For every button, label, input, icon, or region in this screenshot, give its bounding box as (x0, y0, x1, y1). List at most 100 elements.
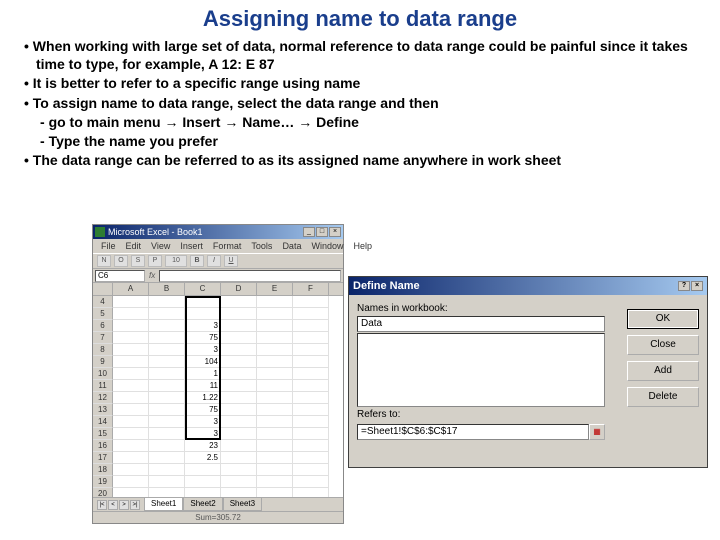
cell[interactable]: 3 (185, 416, 221, 428)
cell[interactable] (149, 404, 185, 416)
col-header[interactable]: E (257, 283, 293, 295)
cell[interactable] (221, 320, 257, 332)
cell[interactable] (113, 476, 149, 488)
cell[interactable] (257, 452, 293, 464)
underline-icon[interactable]: U (224, 255, 238, 267)
cell[interactable] (185, 296, 221, 308)
cell[interactable] (221, 476, 257, 488)
tab-nav-first-icon[interactable]: |< (97, 500, 107, 510)
menu-tools[interactable]: Tools (251, 241, 272, 251)
cell[interactable] (221, 488, 257, 497)
cell[interactable] (293, 428, 329, 440)
cell[interactable] (257, 440, 293, 452)
cell[interactable] (149, 452, 185, 464)
cell[interactable] (257, 404, 293, 416)
cell[interactable] (221, 332, 257, 344)
cell[interactable] (113, 404, 149, 416)
tab-nav-next-icon[interactable]: > (119, 500, 129, 510)
cell[interactable]: 3 (185, 320, 221, 332)
cell[interactable] (293, 296, 329, 308)
cell[interactable] (257, 368, 293, 380)
row-header[interactable]: 16 (93, 440, 113, 452)
cell[interactable] (149, 356, 185, 368)
cell[interactable]: 75 (185, 332, 221, 344)
cell[interactable] (185, 476, 221, 488)
cell[interactable]: 1 (185, 368, 221, 380)
cell[interactable] (221, 296, 257, 308)
toolbar-new-icon[interactable]: N (97, 255, 111, 267)
cell[interactable] (221, 464, 257, 476)
cell[interactable]: 11 (185, 380, 221, 392)
menu-window[interactable]: Window (311, 241, 343, 251)
cell[interactable] (257, 380, 293, 392)
cell[interactable] (149, 332, 185, 344)
cell[interactable] (149, 428, 185, 440)
row-header[interactable]: 14 (93, 416, 113, 428)
col-header[interactable]: F (293, 283, 329, 295)
dialog-close-button[interactable]: × (691, 281, 703, 291)
cell[interactable] (257, 356, 293, 368)
cell[interactable] (149, 416, 185, 428)
cell[interactable] (257, 464, 293, 476)
col-header[interactable]: B (149, 283, 185, 295)
fx-icon[interactable]: fx (149, 271, 155, 280)
cell[interactable] (113, 488, 149, 497)
sheet-tab[interactable]: Sheet3 (223, 498, 262, 511)
cell[interactable] (113, 308, 149, 320)
name-input[interactable]: Data (357, 316, 605, 332)
row-header[interactable]: 8 (93, 344, 113, 356)
cell[interactable] (149, 308, 185, 320)
cell[interactable] (257, 308, 293, 320)
worksheet-grid[interactable]: A B C D E F 45637758391041011111121.2213… (93, 283, 343, 497)
cell[interactable] (221, 452, 257, 464)
row-header[interactable]: 4 (93, 296, 113, 308)
cell[interactable]: 3 (185, 428, 221, 440)
cell[interactable] (293, 452, 329, 464)
cell[interactable] (293, 380, 329, 392)
row-header[interactable]: 19 (93, 476, 113, 488)
ok-button[interactable]: OK (627, 309, 699, 329)
cell[interactable] (113, 344, 149, 356)
cell[interactable]: 23 (185, 440, 221, 452)
cell[interactable] (293, 308, 329, 320)
cell[interactable] (113, 368, 149, 380)
italic-icon[interactable]: I (207, 255, 221, 267)
add-button[interactable]: Add (627, 361, 699, 381)
cell[interactable] (293, 476, 329, 488)
row-header[interactable]: 17 (93, 452, 113, 464)
cell[interactable] (185, 488, 221, 497)
col-header[interactable]: C (185, 283, 221, 295)
row-header[interactable]: 5 (93, 308, 113, 320)
delete-button[interactable]: Delete (627, 387, 699, 407)
cell[interactable] (149, 320, 185, 332)
toolbar-print-icon[interactable]: P (148, 255, 162, 267)
cell[interactable] (257, 392, 293, 404)
cell[interactable] (113, 380, 149, 392)
cell[interactable] (293, 404, 329, 416)
cell[interactable] (113, 296, 149, 308)
row-header[interactable]: 18 (93, 464, 113, 476)
tab-nav-last-icon[interactable]: >| (130, 500, 140, 510)
cell[interactable] (149, 476, 185, 488)
menu-file[interactable]: File (101, 241, 116, 251)
menu-edit[interactable]: Edit (126, 241, 142, 251)
row-header[interactable]: 9 (93, 356, 113, 368)
minimize-button[interactable]: _ (303, 227, 315, 237)
cell[interactable] (185, 308, 221, 320)
cell[interactable] (185, 464, 221, 476)
cell[interactable]: 3 (185, 344, 221, 356)
collapse-dialog-icon[interactable]: ▦ (589, 424, 605, 440)
menu-format[interactable]: Format (213, 241, 242, 251)
cell[interactable] (257, 332, 293, 344)
row-header[interactable]: 11 (93, 380, 113, 392)
col-header[interactable]: D (221, 283, 257, 295)
cell[interactable] (221, 428, 257, 440)
cell[interactable] (113, 332, 149, 344)
cell[interactable]: 75 (185, 404, 221, 416)
cell[interactable] (257, 296, 293, 308)
cell[interactable] (113, 392, 149, 404)
cell[interactable] (221, 344, 257, 356)
cell[interactable] (293, 440, 329, 452)
cell[interactable] (113, 356, 149, 368)
sheet-tab[interactable]: Sheet2 (183, 498, 222, 511)
